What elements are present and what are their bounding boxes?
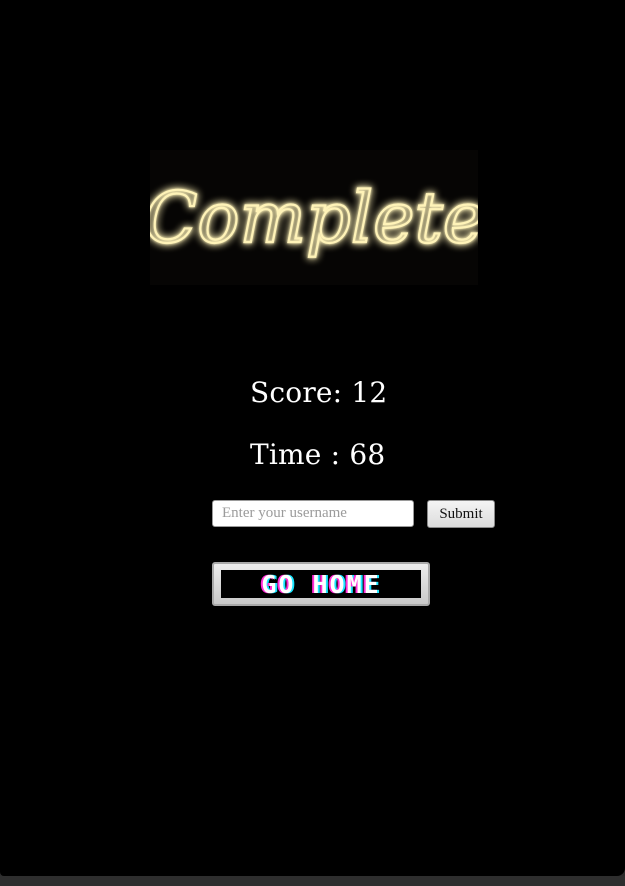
window-bottom-edge	[0, 876, 625, 886]
go-home-panel: GO HOME	[221, 570, 421, 598]
score-text: Score: 12	[250, 376, 388, 409]
complete-banner: Complete	[150, 150, 478, 285]
complete-banner-text: Complete	[150, 177, 478, 259]
submit-button[interactable]: Submit	[427, 500, 495, 528]
username-input[interactable]	[212, 500, 414, 527]
go-home-label: GO HOME	[261, 569, 381, 599]
complete-neon-sign: Complete	[150, 176, 478, 260]
time-text: Time : 68	[250, 438, 386, 471]
game-over-screen: Complete Score: 12 Time : 68 Submit GO H…	[0, 0, 625, 876]
go-home-button[interactable]: GO HOME	[212, 562, 430, 606]
